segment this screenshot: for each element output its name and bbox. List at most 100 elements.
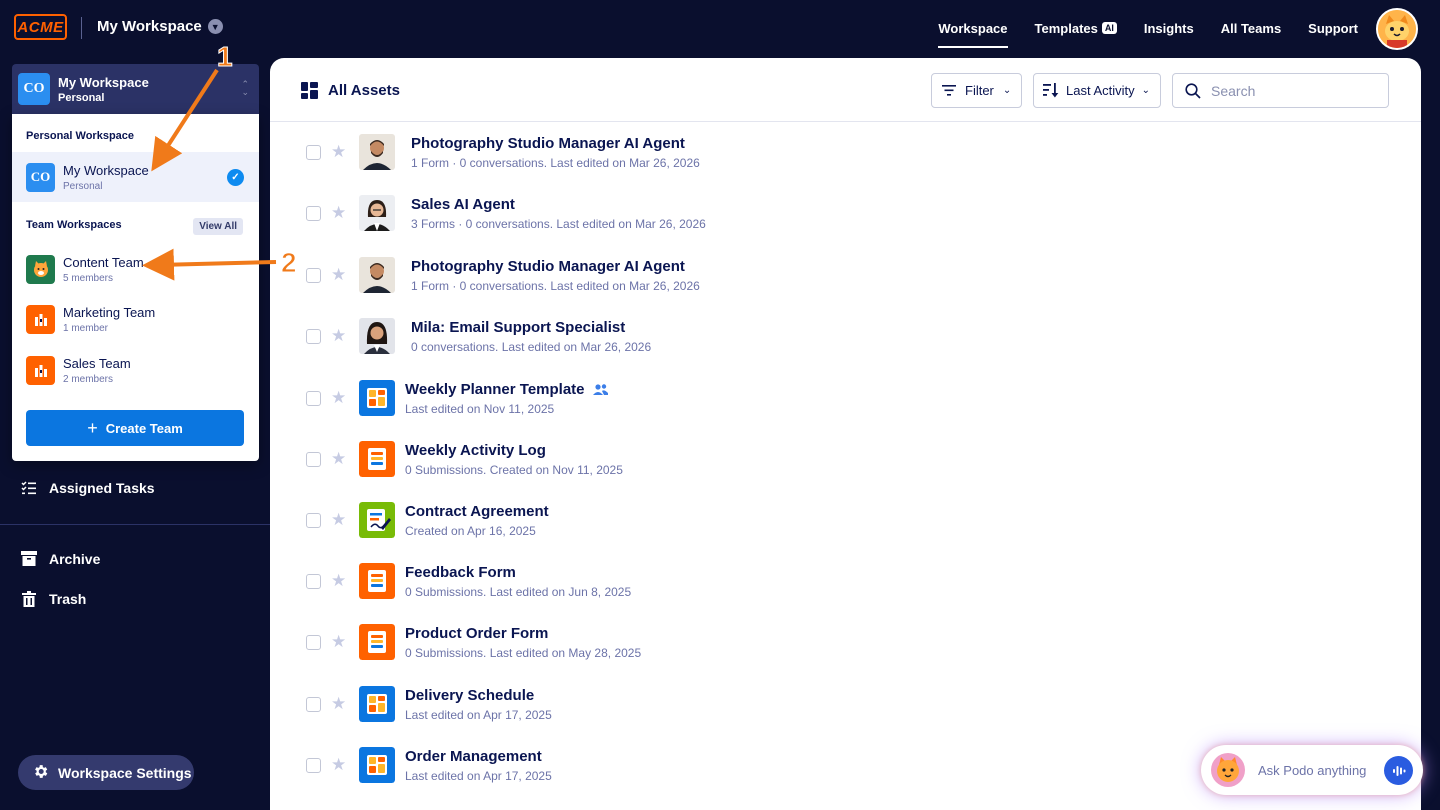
user-avatar[interactable] <box>1376 8 1418 50</box>
asset-row[interactable]: ★ Feedback Form 0 Submissions. Last edited… <box>270 551 1421 612</box>
workspace-initials: CO <box>18 73 50 105</box>
row-checkbox[interactable] <box>306 145 321 160</box>
asset-meta: Last edited on Nov 11, 2025 <box>405 402 555 416</box>
check-icon: ✓ <box>227 169 244 186</box>
task-list-icon <box>20 479 37 496</box>
row-checkbox[interactable] <box>306 574 321 589</box>
asset-row[interactable]: ★ Contract Agreement Created on Apr 16, 20… <box>270 490 1421 551</box>
workspace-title-menu[interactable]: My Workspace ▼ <box>97 18 223 35</box>
asset-row[interactable]: ★ Photography Studio Manager AI Agent 1 Fo… <box>270 122 1421 183</box>
asset-thumbnail <box>359 747 395 783</box>
asset-title[interactable]: Weekly Planner Template <box>405 381 608 398</box>
sidebar-item-trash[interactable]: Trash <box>20 590 86 607</box>
asset-thumbnail <box>359 257 395 293</box>
row-checkbox[interactable] <box>306 329 321 344</box>
asset-row[interactable]: ★ Photography Studio Manager AI Agent 1 Fo… <box>270 245 1421 306</box>
nav-insights[interactable]: Insights <box>1144 0 1194 56</box>
team-avatar <box>26 304 55 334</box>
asset-row[interactable]: ★ Weekly Planner Template Last edited on N… <box>270 368 1421 429</box>
nav-templates[interactable]: Templates AI <box>1035 0 1117 56</box>
asset-meta: 0 Submissions. Last edited on May 28, 20… <box>405 646 642 660</box>
row-checkbox[interactable] <box>306 391 321 406</box>
sort-button[interactable]: Last Activity ⌄ <box>1033 73 1161 108</box>
asset-title[interactable]: Photography Studio Manager AI Agent <box>411 135 685 152</box>
workspace-dropdown: Personal Workspace CO My Workspace Perso… <box>12 114 259 461</box>
team-icon <box>34 314 47 326</box>
star-icon[interactable]: ★ <box>331 203 346 223</box>
workspace-switcher[interactable]: CO My Workspace Personal ⌃ ⌄ <box>12 64 259 114</box>
asset-title[interactable]: Product Order Form <box>405 625 548 642</box>
plus-icon: + <box>87 417 98 438</box>
asset-title[interactable]: Contract Agreement <box>405 503 549 520</box>
star-icon[interactable]: ★ <box>331 142 346 162</box>
top-bar: ACME My Workspace ▼ Workspace Templates A… <box>0 0 1440 56</box>
view-all-button[interactable]: View All <box>193 218 243 235</box>
nav-all-teams[interactable]: All Teams <box>1221 0 1281 56</box>
asset-thumbnail <box>359 624 395 660</box>
asset-row[interactable]: ★ Mila: Email Support Specialist 0 convers… <box>270 306 1421 367</box>
asset-thumbnail <box>359 441 395 477</box>
star-icon[interactable]: ★ <box>331 510 346 530</box>
asset-meta: 1 Form · 0 conversations. Last edited on… <box>411 279 700 293</box>
asset-row[interactable]: ★ Delivery Schedule Last edited on Apr 17,… <box>270 674 1421 735</box>
asset-title[interactable]: Sales AI Agent <box>411 196 515 213</box>
star-icon[interactable]: ★ <box>331 449 346 469</box>
star-icon[interactable]: ★ <box>331 755 346 775</box>
row-checkbox[interactable] <box>306 452 321 467</box>
row-checkbox[interactable] <box>306 268 321 283</box>
chevron-updown-icon: ⌃ ⌄ <box>241 79 249 97</box>
filter-button[interactable]: Filter ⌄ <box>931 73 1022 108</box>
row-checkbox[interactable] <box>306 635 321 650</box>
create-team-button[interactable]: + Create Team <box>26 410 244 446</box>
gear-icon <box>32 763 49 783</box>
nav-workspace[interactable]: Workspace <box>938 0 1008 56</box>
asset-title[interactable]: Feedback Form <box>405 564 516 581</box>
row-checkbox[interactable] <box>306 206 321 221</box>
top-divider <box>81 17 82 39</box>
sidebar-item-assigned-tasks[interactable]: Assigned Tasks <box>20 479 155 496</box>
asset-row[interactable]: ★ Weekly Activity Log 0 Submissions. Creat… <box>270 429 1421 490</box>
star-icon[interactable]: ★ <box>331 388 346 408</box>
star-icon[interactable]: ★ <box>331 326 346 346</box>
row-checkbox[interactable] <box>306 758 321 773</box>
team-workspaces-heading: Team Workspaces <box>26 219 122 231</box>
dropdown-item-marketing-team[interactable]: Marketing Team 1 member <box>12 294 259 344</box>
star-icon[interactable]: ★ <box>331 694 346 714</box>
asset-title[interactable]: Mila: Email Support Specialist <box>411 319 625 336</box>
star-icon[interactable]: ★ <box>331 265 346 285</box>
asset-row[interactable]: ★ Sales AI Agent 3 Forms · 0 conversations… <box>270 183 1421 244</box>
dropdown-item-content-team[interactable]: Content Team 5 members <box>12 244 259 294</box>
acme-logo[interactable]: ACME <box>14 14 67 40</box>
row-checkbox[interactable] <box>306 697 321 712</box>
workspace-type: Personal <box>58 91 105 104</box>
asset-title[interactable]: Order Management <box>405 748 542 765</box>
search-input[interactable] <box>1211 82 1371 99</box>
asset-meta: 3 Forms · 0 conversations. Last edited o… <box>411 217 706 231</box>
asset-thumbnail <box>359 318 395 354</box>
podo-avatar-icon <box>1211 753 1245 787</box>
ask-podo-widget[interactable]: Ask Podo anything <box>1201 745 1423 795</box>
asset-meta: 1 Form · 0 conversations. Last edited on… <box>411 156 700 170</box>
chevron-down-icon: ▼ <box>207 19 223 34</box>
star-icon[interactable]: ★ <box>331 632 346 652</box>
asset-title[interactable]: Delivery Schedule <box>405 687 534 704</box>
voice-icon[interactable] <box>1384 756 1413 785</box>
all-assets-heading: All Assets <box>301 82 400 99</box>
personal-workspace-heading: Personal Workspace <box>26 130 135 142</box>
dropdown-item-my-workspace[interactable]: CO My Workspace Personal ✓ <box>12 152 259 202</box>
nav-support[interactable]: Support <box>1308 0 1358 56</box>
chevron-down-icon: ⌄ <box>1002 85 1012 96</box>
asset-title[interactable]: Weekly Activity Log <box>405 442 546 459</box>
dropdown-item-sales-team[interactable]: Sales Team 2 members <box>12 345 259 395</box>
asset-title[interactable]: Photography Studio Manager AI Agent <box>411 258 685 275</box>
star-icon[interactable]: ★ <box>331 571 346 591</box>
podo-placeholder: Ask Podo anything <box>1258 762 1367 778</box>
sidebar-divider <box>0 524 270 525</box>
workspace-initials: CO <box>26 162 55 192</box>
sidebar-item-archive[interactable]: Archive <box>20 550 100 567</box>
asset-meta: 0 Submissions. Last edited on Jun 8, 202… <box>405 585 632 599</box>
row-checkbox[interactable] <box>306 513 321 528</box>
asset-row[interactable]: ★ Product Order Form 0 Submissions. Last e… <box>270 612 1421 673</box>
workspace-settings-button[interactable]: Workspace Settings <box>18 755 194 790</box>
search-box[interactable] <box>1172 73 1389 108</box>
